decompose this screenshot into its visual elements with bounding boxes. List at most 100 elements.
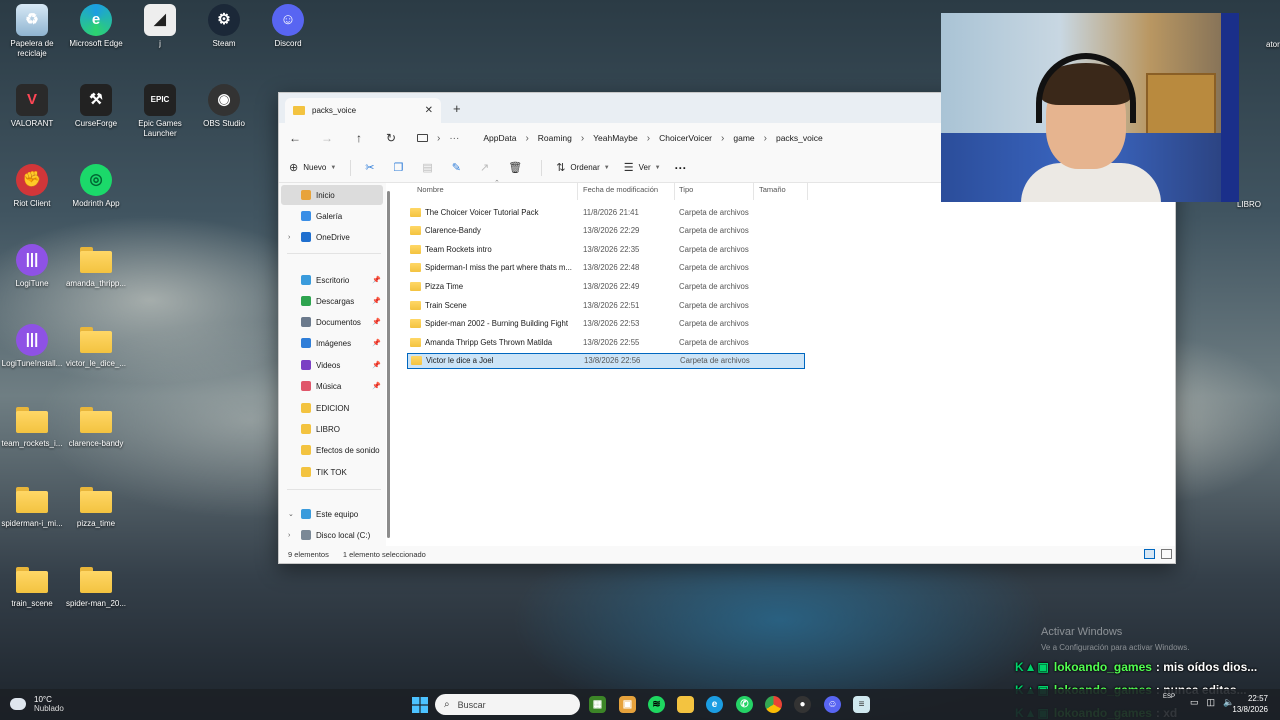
sidebar-item[interactable]: Descargas 📌 [281, 291, 383, 311]
sidebar-item[interactable]: LIBRO [281, 419, 383, 439]
desktop-icon[interactable]: e Microsoft Edge [64, 4, 128, 49]
column-header-size[interactable]: Tamaño [759, 185, 786, 199]
chevron-right-icon[interactable]: › [761, 133, 770, 144]
chevron-right-icon[interactable]: › [288, 234, 290, 241]
column-divider[interactable] [674, 183, 675, 200]
chevron-down-icon[interactable]: ⌄ [288, 510, 294, 518]
taskbar-search[interactable]: ⌕ Buscar [435, 694, 580, 715]
desktop-icon[interactable]: team_rockets_i... [0, 404, 64, 449]
sidebar-item[interactable]: Escritorio 📌 [281, 270, 383, 290]
new-button[interactable]: ⊕ Nuevo ▼ [289, 161, 336, 174]
desktop-icon[interactable]: EPIC Epic Games Launcher [128, 84, 192, 139]
forward-button[interactable]: → [311, 131, 343, 145]
sidebar-item[interactable]: › Disco local (C:) [281, 525, 383, 545]
desktop-icon[interactable]: train_scene [0, 564, 64, 609]
desktop-icon[interactable]: victor_le_dice_... [64, 324, 128, 369]
new-tab-button[interactable]: + [453, 101, 461, 116]
chevron-right-icon[interactable]: › [522, 133, 531, 144]
sidebar-item[interactable]: Inicio [281, 185, 383, 205]
desktop-icon[interactable]: spiderman-i_mi... [0, 484, 64, 529]
spotify-icon[interactable]: ≋ [648, 696, 665, 713]
desktop-icon[interactable]: pizza_time [64, 484, 128, 529]
sidebar-item[interactable]: Documentos 📌 [281, 312, 383, 332]
desktop-icon[interactable]: ◎ Modrinth App [64, 164, 128, 209]
sidebar-item[interactable]: › OneDrive [281, 227, 383, 247]
sidebar-item[interactable]: Imágenes 📌 [281, 333, 383, 353]
rename-button[interactable]: ✎ [452, 161, 466, 174]
share-button[interactable]: ↗ [480, 161, 494, 174]
display-icon[interactable]: ▭ [1190, 697, 1199, 708]
desktop-icon[interactable]: ⚒ CurseForge [64, 84, 128, 129]
desktop-icon[interactable]: ☺ Discord [256, 4, 320, 49]
desktop-icon[interactable]: ||| LogiTuneInstall... [0, 324, 64, 369]
clock[interactable]: 22:57 13/8/2026 [1232, 693, 1268, 715]
minecraft-icon[interactable]: ▦ [589, 696, 606, 713]
desktop-icon[interactable]: ✊ Riot Client [0, 164, 64, 209]
breadcrumb-item[interactable]: Roaming [532, 133, 578, 143]
obs-icon[interactable]: ● [794, 696, 811, 713]
chrome-icon[interactable] [765, 696, 782, 713]
desktop-icon[interactable]: ⚙ Steam [192, 4, 256, 49]
file-row[interactable]: Spiderman-I miss the part where thats m.… [407, 260, 805, 276]
breadcrumb-item[interactable]: game [727, 133, 760, 143]
file-row[interactable]: Amanda Thripp Gets Thrown Matilda 13/8/20… [407, 334, 805, 350]
breadcrumb-item[interactable]: YeahMaybe [587, 133, 644, 143]
sidebar-item[interactable]: Galería [281, 206, 383, 226]
file-row[interactable]: Team Rockets intro 13/8/2026 22:35 Carpeta… [407, 241, 805, 257]
copy-button[interactable]: ❐ [394, 161, 409, 174]
column-header-type[interactable]: Tipo [679, 185, 693, 199]
desktop-icon[interactable]: ♻ Papelera de reciclaje [0, 4, 64, 59]
desktop-icon[interactable]: ◉ OBS Studio [192, 84, 256, 129]
file-row[interactable]: Train Scene 13/8/2026 22:51 Carpeta de arc… [407, 297, 805, 313]
view-button[interactable]: ☰ Ver ▼ [624, 161, 661, 174]
monitor-icon[interactable] [417, 134, 428, 142]
up-button[interactable]: ↑ [343, 131, 375, 145]
breadcrumb-item[interactable]: ChoicerVoicer [653, 133, 718, 143]
breadcrumb-item[interactable]: AppData [477, 133, 522, 143]
sidebar-item[interactable]: Videos 📌 [281, 355, 383, 375]
tab-packs-voice[interactable]: packs_voice ✕ [285, 98, 441, 123]
whatsapp-icon[interactable]: ✆ [736, 696, 753, 713]
tiles-view-button[interactable] [1161, 549, 1172, 559]
cut-button[interactable]: ✂ [365, 161, 379, 174]
close-tab-icon[interactable]: ✕ [425, 105, 433, 116]
sidebar-item[interactable]: Música 📌 [281, 376, 383, 396]
sidebar-item[interactable]: EDICION [281, 398, 383, 418]
column-divider[interactable] [807, 183, 808, 200]
sidebar-item[interactable]: ⌄ Este equipo [281, 504, 383, 524]
column-header-name[interactable]: Nombre [417, 185, 444, 199]
discord-icon[interactable]: ☺ [824, 696, 841, 713]
chevron-right-icon[interactable]: › [718, 133, 727, 144]
desktop-icon[interactable]: ◢ j [128, 4, 192, 49]
refresh-button[interactable]: ↻ [375, 131, 407, 145]
more-path-icon[interactable]: ··· [443, 133, 465, 144]
file-row[interactable]: Victor le dice a Joel 13/8/2026 22:56 Carp… [407, 352, 805, 369]
column-divider[interactable] [577, 183, 578, 200]
desktop-icon[interactable]: amanda_thripp... [64, 244, 128, 289]
back-button[interactable]: ← [279, 131, 311, 145]
windows-start-icon[interactable] [411, 696, 428, 713]
desktop-icon[interactable]: clarence-bandy [64, 404, 128, 449]
chevron-right-icon[interactable]: › [644, 133, 653, 144]
desktop-icon[interactable]: ||| LogiTune [0, 244, 64, 289]
breadcrumb-item[interactable]: packs_voice [770, 133, 829, 143]
edge-icon[interactable]: e [706, 696, 723, 713]
file-row[interactable]: Pizza Time 13/8/2026 22:49 Carpeta de arch… [407, 278, 805, 294]
weather-widget[interactable]: 10°C Nublado [10, 695, 64, 713]
file-explorer-icon[interactable] [677, 696, 694, 713]
chevron-right-icon[interactable]: › [578, 133, 587, 144]
store-icon[interactable]: ▣ [619, 696, 636, 713]
navigation-scrollbar[interactable] [387, 191, 390, 538]
column-header-date[interactable]: Fecha de modificación [583, 185, 658, 199]
sidebar-item[interactable]: Efectos de sonido [281, 440, 383, 460]
file-row[interactable]: Spider-man 2002 - Burning Building Fight… [407, 316, 805, 332]
details-view-button[interactable] [1144, 549, 1155, 559]
column-divider[interactable] [753, 183, 754, 200]
sort-button[interactable]: ⇅ Ordenar ▼ [556, 161, 610, 174]
paste-button[interactable]: ▤ [422, 161, 437, 174]
desktop-icon[interactable]: spider-man_20... [64, 564, 128, 609]
more-options-button[interactable]: ··· [675, 161, 687, 175]
desktop-icon[interactable]: V VALORANT [0, 84, 64, 129]
file-row[interactable]: Clarence-Bandy 13/8/2026 22:29 Carpeta de … [407, 223, 805, 239]
delete-button[interactable]: 🗑 [508, 161, 527, 174]
